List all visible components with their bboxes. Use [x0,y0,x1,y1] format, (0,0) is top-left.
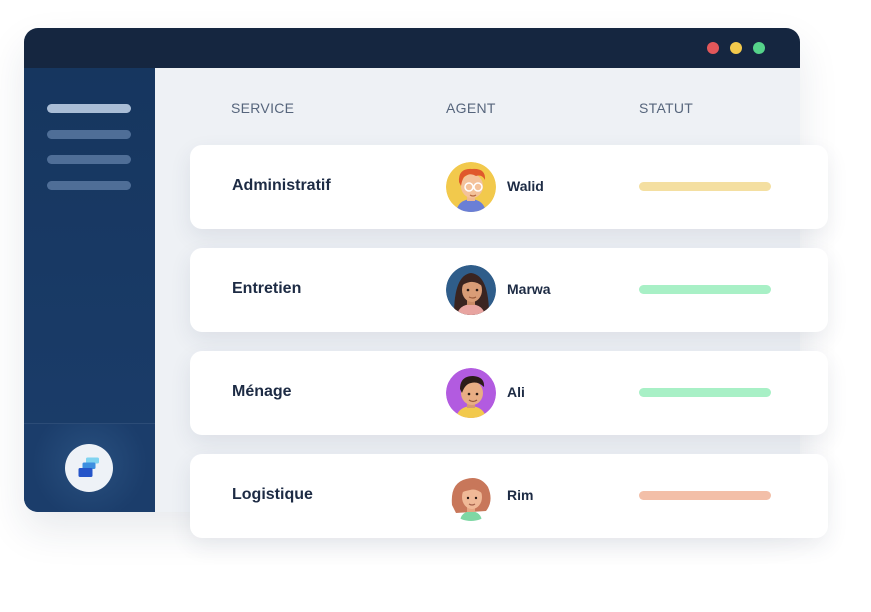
avatar-rim [446,471,496,521]
agent-name: Walid [507,178,544,194]
status-bar [639,182,771,191]
agent-name: Ali [507,384,525,400]
service-name: Administratif [232,177,331,194]
sidebar-item-1[interactable] [47,104,131,113]
service-name: Ménage [232,383,292,400]
avatar-ali [446,368,496,418]
service-name: Entretien [232,280,302,297]
status-bar [639,285,771,294]
column-header-statut[interactable]: STATUT [639,100,693,116]
service-name: Logistique [232,486,313,503]
title-bar [24,28,800,68]
sidebar-item-4[interactable] [47,181,131,190]
stacked-cards-logo-icon [78,457,99,477]
agent-name: Marwa [507,281,551,297]
sidebar [24,68,155,512]
status-bar [639,491,771,500]
close-window-button[interactable] [707,42,719,54]
app-logo-button[interactable] [65,444,113,492]
status-bar [639,388,771,397]
table-row[interactable]: Ménage Ali [190,351,828,435]
avatar-walid [446,162,496,212]
minimize-window-button[interactable] [730,42,742,54]
sidebar-item-2[interactable] [47,130,131,139]
sidebar-footer [24,424,155,512]
column-header-service[interactable]: SERVICE [231,100,294,116]
column-header-agent[interactable]: AGENT [446,100,496,116]
avatar-marwa [446,265,496,315]
sidebar-item-3[interactable] [47,155,131,164]
table-row[interactable]: Administratif Walid [190,145,828,229]
table-row[interactable]: Entretien Marwa [190,248,828,332]
maximize-window-button[interactable] [753,42,765,54]
agent-name: Rim [507,487,534,503]
table-row[interactable]: Logistique Rim [190,454,828,538]
